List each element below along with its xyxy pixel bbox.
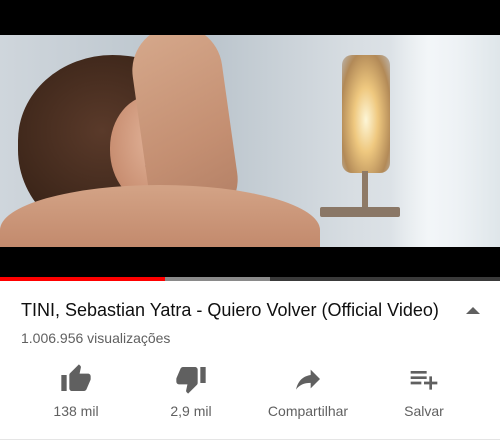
like-button[interactable]: 138 mil [16, 363, 136, 423]
save-label: Salvar [404, 403, 444, 419]
like-count: 138 mil [53, 403, 99, 419]
dislike-button[interactable]: 2,9 mil [131, 363, 251, 423]
bedside-table [320, 207, 400, 217]
video-player[interactable] [0, 0, 500, 281]
view-count: 1.006.956 visualizações [21, 330, 171, 346]
background-lamp [342, 55, 390, 173]
background-curtain [390, 35, 500, 247]
collapse-description-icon[interactable] [466, 307, 480, 314]
share-label: Compartilhar [267, 403, 349, 419]
video-frame [0, 35, 500, 247]
save-button[interactable]: Salvar [364, 363, 484, 423]
playlist-add-icon [410, 371, 438, 390]
action-bar: 138 mil 2,9 mil Compartilhar Salvar [0, 363, 500, 423]
video-title[interactable]: TINI, Sebastian Yatra - Quiero Volver (O… [21, 299, 461, 321]
thumbs-up-icon [61, 364, 91, 391]
dislike-count: 2,9 mil [170, 403, 212, 419]
share-icon [296, 369, 320, 390]
lamp-stem [362, 171, 368, 211]
share-button[interactable]: Compartilhar [248, 363, 368, 423]
thumbs-down-icon [176, 367, 206, 394]
video-info-panel: TINI, Sebastian Yatra - Quiero Volver (O… [0, 281, 500, 440]
